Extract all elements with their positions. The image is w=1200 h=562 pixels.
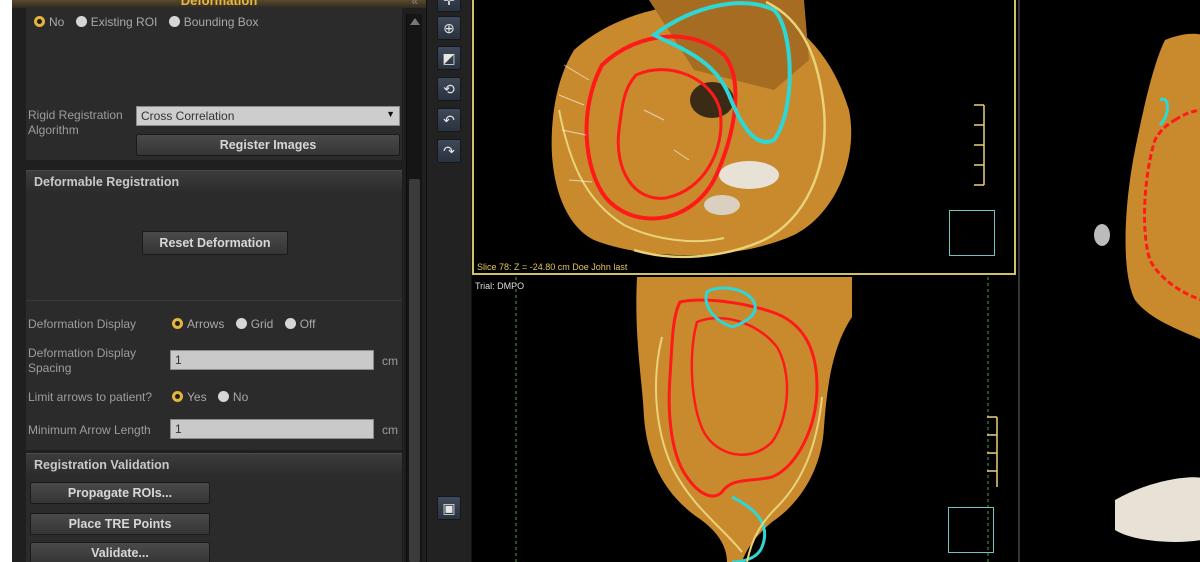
radio-existing-roi[interactable] [75, 16, 87, 27]
window-level-icon[interactable]: ◩ [437, 46, 461, 70]
radio-arrows[interactable] [172, 318, 183, 329]
panel-scrollbar[interactable] [406, 14, 422, 562]
limit-arrows-options: Yes No [172, 390, 256, 404]
min-arrow-length-input[interactable]: 1 [170, 419, 374, 439]
spacing-input[interactable]: 1 [170, 350, 374, 370]
radio-bounding-box[interactable] [168, 16, 180, 27]
radio-no-roi[interactable] [34, 16, 45, 27]
spacing-label: Deformation Display Spacing [28, 346, 137, 375]
spacing-unit: cm [382, 354, 398, 368]
algorithm-select[interactable]: Cross Correlation ▼ [136, 106, 400, 126]
left-white-strip [0, 0, 12, 562]
min-arrow-length-unit: cm [382, 423, 398, 437]
radio-label: Bounding Box [183, 15, 259, 29]
undo-icon[interactable]: ↶ [437, 108, 461, 132]
deformable-registration-section: Deformable Registration Reset Deformatio… [26, 170, 402, 450]
chevron-down-icon: ▼ [386, 109, 395, 119]
radio-label: Existing ROI [90, 15, 158, 29]
algorithm-label: Rigid Registration Algorithm [28, 108, 123, 137]
axial-view[interactable]: Slice 78: Z = -24.80 cm Doe John last [472, 0, 1016, 275]
registration-validation-header[interactable]: Registration Validation [26, 453, 402, 475]
sagittal-image [1094, 33, 1200, 542]
collapse-icon[interactable]: « [411, 0, 418, 8]
min-arrow-length-label: Minimum Arrow Length [28, 423, 151, 437]
deformation-panel: Deformation « No Existing ROI Bounding B… [12, 0, 426, 562]
divider [26, 300, 402, 301]
radio-label: Yes [187, 390, 207, 404]
redo-icon[interactable]: ↷ [437, 139, 461, 163]
rigid-registration-section: No Existing ROI Bounding Box Rigid Regis… [26, 8, 402, 160]
trial-label: Trial: DMPO [475, 281, 525, 291]
radio-label: Grid [250, 317, 274, 331]
radio-yes[interactable] [172, 391, 183, 402]
pan-icon[interactable]: ✛ [437, 0, 461, 12]
view-toolbar: ✛ ⊕ ◩ ⟲ ↶ ↷ ▣ [426, 0, 472, 562]
layout-icon[interactable]: ▣ [437, 496, 461, 520]
radio-grid[interactable] [235, 318, 247, 329]
panel-title: Deformation [180, 0, 258, 8]
radio-label: Off [299, 317, 316, 331]
orientation-indicator [948, 507, 994, 553]
radio-label: Arrows [187, 317, 225, 331]
register-images-button[interactable]: Register Images [136, 134, 400, 156]
coronal-image [515, 277, 998, 562]
radio-off[interactable] [284, 318, 296, 329]
propagate-rois-button[interactable]: Propagate ROIs... [30, 482, 210, 504]
reset-deformation-button[interactable]: Reset Deformation [142, 231, 288, 255]
scroll-thumb[interactable] [409, 179, 420, 562]
radio-no[interactable] [217, 391, 229, 402]
radio-label: No [49, 15, 65, 29]
limit-arrows-label: Limit arrows to patient? [28, 390, 153, 404]
deformation-display-options: Arrows Grid Off [172, 317, 324, 331]
place-tre-points-button[interactable]: Place TRE Points [30, 513, 210, 535]
move-icon[interactable]: ⊕ [437, 16, 461, 40]
registration-validation-section: Registration Validation Propagate ROIs..… [26, 453, 402, 562]
rotate-icon[interactable]: ⟲ [437, 77, 461, 101]
axial-image [551, 0, 985, 259]
deformation-display-label: Deformation Display [28, 317, 137, 331]
orientation-indicator [949, 210, 995, 256]
panel-title-bar: Deformation « [12, 0, 426, 8]
deformable-registration-header[interactable]: Deformable Registration [26, 170, 402, 192]
validate-button[interactable]: Validate... [30, 542, 210, 562]
scroll-up-icon[interactable] [410, 18, 420, 25]
slice-info-text: Slice 78: Z = -24.80 cm Doe John last [477, 262, 628, 272]
radio-label: No [232, 390, 249, 404]
roi-options-row: No Existing ROI Bounding Box [34, 15, 266, 29]
sagittal-view[interactable] [1018, 0, 1200, 562]
coronal-view[interactable]: Trial: DMPO [472, 277, 1016, 562]
